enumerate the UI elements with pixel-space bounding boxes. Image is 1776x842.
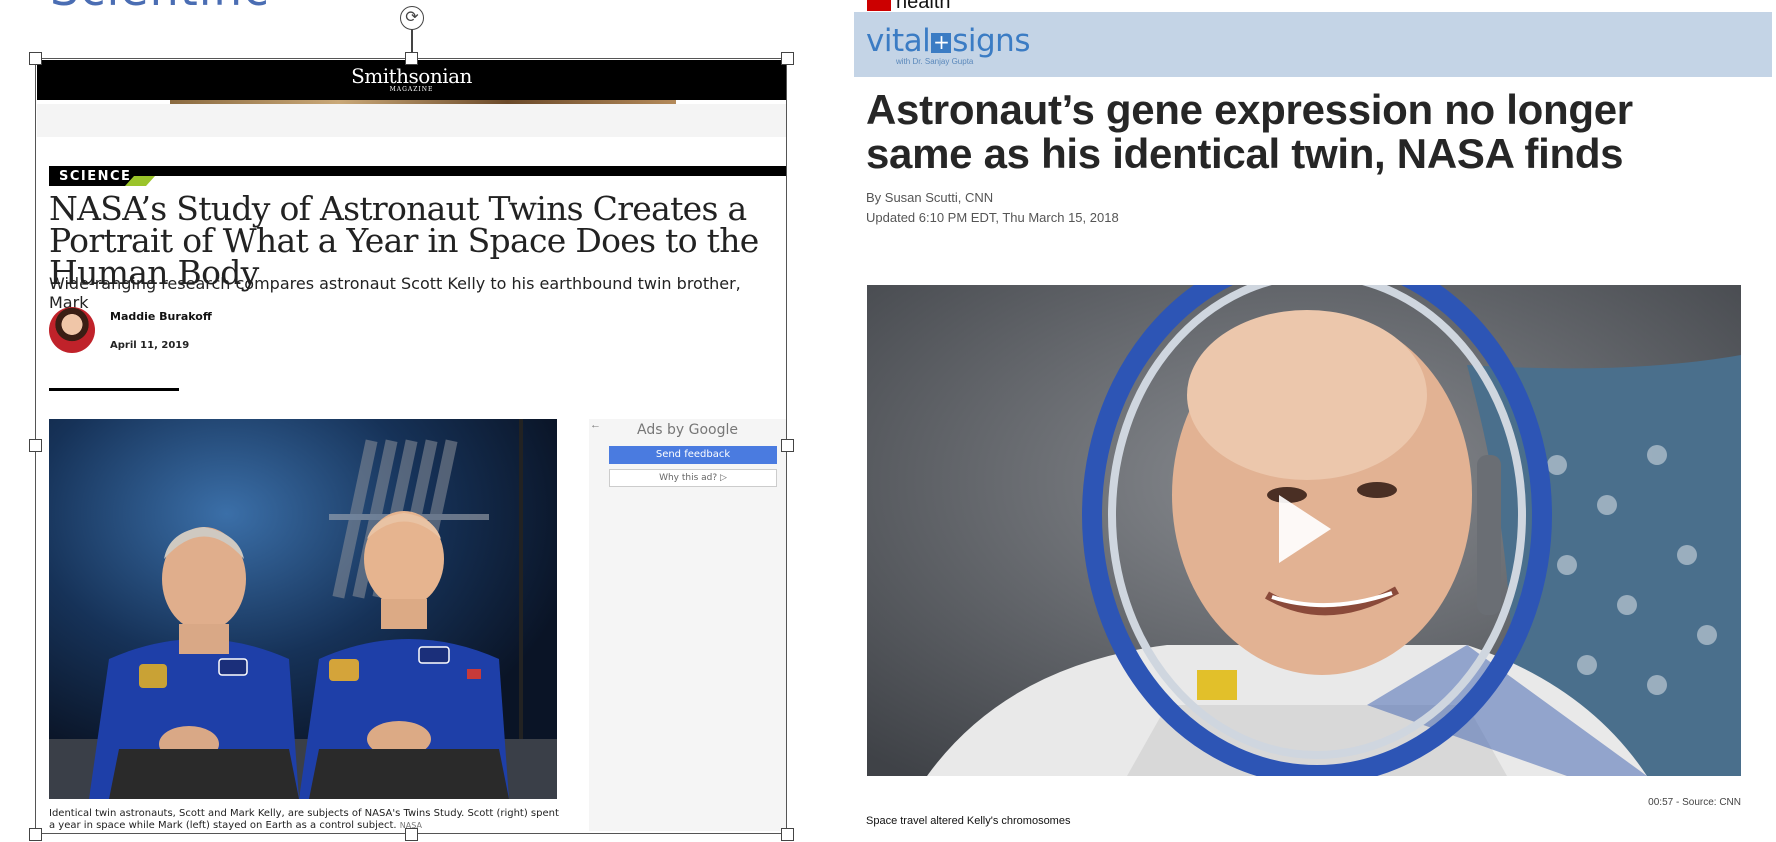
vital-logo-left: vital <box>866 23 931 59</box>
resize-handle-bottom-left[interactable] <box>29 828 42 841</box>
vital-logo-right: signs <box>952 23 1030 59</box>
resize-handle-top[interactable] <box>405 52 418 65</box>
cnn-updated-time: Updated 6:10 PM EDT, Thu March 15, 2018 <box>866 210 1119 225</box>
scientific-american-logo-fragment: Scientific <box>50 0 270 16</box>
resize-handle-right[interactable] <box>781 439 794 452</box>
video-meta: 00:57 - Source: CNN <box>1648 797 1741 808</box>
rotate-handle-icon[interactable]: ⟳ <box>400 6 424 30</box>
image-selection-frame[interactable] <box>35 58 787 834</box>
resize-handle-top-left[interactable] <box>29 52 42 65</box>
cnn-logo[interactable] <box>867 0 891 11</box>
play-icon[interactable] <box>1279 495 1331 563</box>
vital-signs-logo[interactable]: vital +signs <box>866 23 1030 59</box>
video-caption: Space travel altered Kelly's chromosomes <box>866 815 1071 827</box>
resize-handle-left[interactable] <box>29 439 42 452</box>
resize-handle-bottom[interactable] <box>405 828 418 841</box>
vital-logo-plus-icon: + <box>931 30 952 54</box>
resize-handle-bottom-right[interactable] <box>781 828 794 841</box>
resize-handle-top-right[interactable] <box>781 52 794 65</box>
vital-signs-subtitle: with Dr. Sanjay Gupta <box>896 57 974 66</box>
cnn-headline: Astronaut’s gene expression no longer sa… <box>866 86 1633 177</box>
cnn-byline: By Susan Scutti, CNN <box>866 190 994 205</box>
